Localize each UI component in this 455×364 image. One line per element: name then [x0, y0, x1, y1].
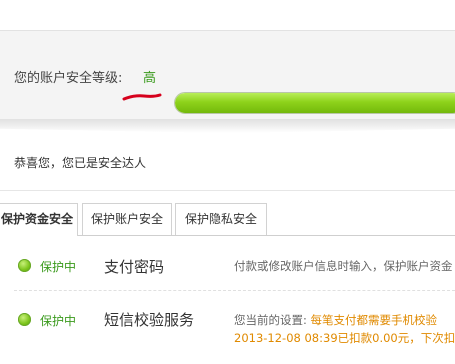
security-progress-bar	[174, 92, 455, 114]
item-status: 保护中	[40, 260, 77, 274]
item-desc-highlight: 每笔支付都需要手机校验	[310, 313, 438, 327]
section-divider	[0, 190, 455, 191]
item-desc-prefix: 您当前的设置:	[234, 313, 307, 327]
tab-protect-account[interactable]: 保护账户安全	[82, 203, 172, 235]
item-title-pay-password: 支付密码	[104, 258, 165, 276]
item-desc-pay-password: 付款或修改账户信息时输入，保护账户资金	[234, 259, 453, 273]
item-desc-sms-verify: 您当前的设置: 每笔支付都需要手机校验	[234, 312, 437, 328]
tab-protect-privacy[interactable]: 保护隐私安全	[175, 203, 267, 235]
security-level-panel: 您的账户安全等级: 高	[0, 30, 455, 119]
security-level-label: 您的账户安全等级:	[14, 71, 123, 86]
red-underline-mark	[122, 93, 162, 101]
tab-protect-funds[interactable]: 保护资金安全	[0, 203, 78, 236]
item-title-sms-verify: 短信校验服务	[104, 311, 195, 329]
security-progress-fill	[175, 93, 455, 113]
green-dot-icon	[18, 259, 31, 272]
security-level-value: 高	[143, 71, 157, 86]
item-status: 保护中	[40, 314, 77, 328]
congrats-text: 恭喜您，您已是安全达人	[14, 156, 147, 170]
green-dot-icon	[18, 313, 31, 326]
item-desc-sms-line2: 2013-12-08 08:39已扣款0.00元，下次扣款	[234, 331, 455, 345]
row-divider	[14, 290, 455, 291]
